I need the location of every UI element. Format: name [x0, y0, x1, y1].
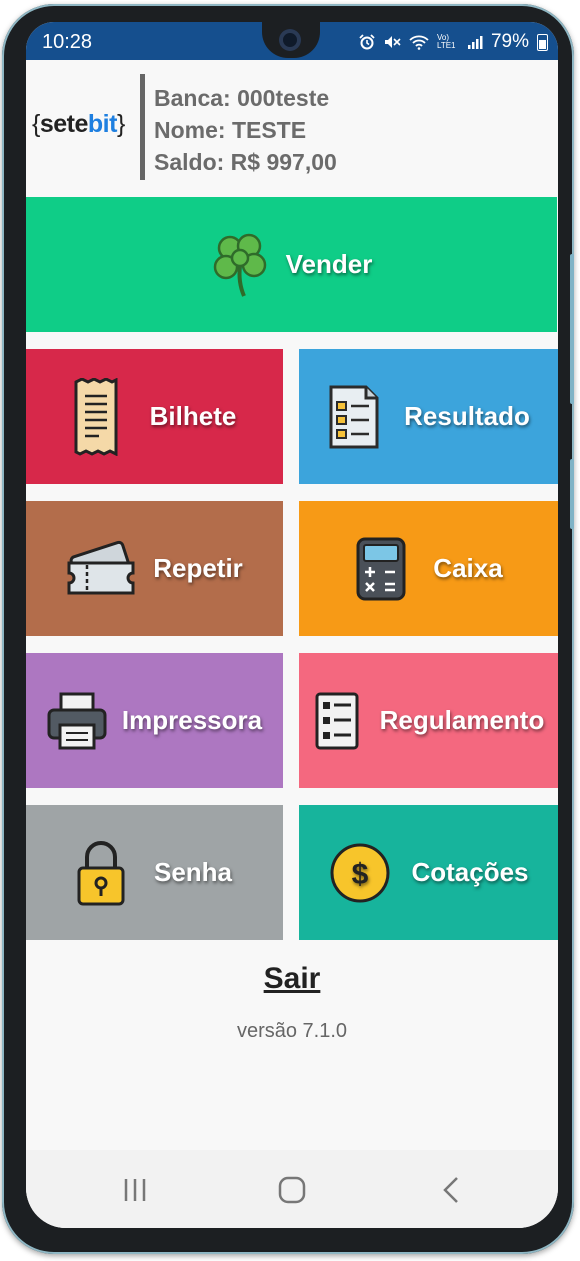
- resultado-button[interactable]: Resultado: [299, 349, 558, 484]
- status-bar: 10:28 Vo) LTE1 79%: [26, 22, 558, 60]
- impressora-label: Impressora: [121, 705, 263, 735]
- printer-icon: [46, 691, 108, 751]
- senha-label: Senha: [153, 857, 233, 887]
- volume-button: [570, 254, 574, 404]
- banca-label: Banca: 000teste: [154, 85, 330, 111]
- caixa-label: Caixa: [433, 553, 503, 583]
- alarm-icon: [359, 34, 375, 50]
- app-screen: 10:28 Vo) LTE1 79% {setebit} Banca: 000t…: [26, 22, 558, 1228]
- front-camera-icon: [279, 29, 301, 51]
- home-icon[interactable]: [272, 1170, 312, 1210]
- recents-icon[interactable]: [115, 1170, 155, 1210]
- regulamento-button[interactable]: Regulamento: [299, 653, 558, 788]
- logout-link[interactable]: Sair: [26, 962, 558, 996]
- repetir-label: Repetir: [153, 553, 243, 583]
- checklist-icon: [328, 384, 380, 450]
- header-divider: [140, 74, 145, 180]
- tickets-icon: [65, 539, 137, 599]
- battery-icon: [537, 33, 548, 51]
- svg-text:$: $: [352, 858, 369, 891]
- saldo-label: Saldo: R$ 997,00: [154, 149, 337, 175]
- power-button: [570, 459, 574, 529]
- version-label: versão 7.1.0: [236, 1020, 348, 1042]
- lte-label: Vo) LTE1: [436, 33, 456, 50]
- impressora-button[interactable]: Impressora: [26, 653, 283, 788]
- repetir-button[interactable]: Repetir: [26, 501, 283, 636]
- bilhete-button[interactable]: Bilhete: [26, 349, 283, 484]
- cotacoes-button[interactable]: $ Cotações: [299, 805, 558, 940]
- signal-icon: [467, 36, 483, 49]
- status-time: 10:28: [42, 31, 93, 53]
- list-icon: [314, 691, 360, 751]
- clover-icon: [210, 232, 272, 298]
- vender-label: Vender: [285, 249, 373, 279]
- calculator-icon: [355, 536, 407, 602]
- bilhete-label: Bilhete: [149, 401, 237, 431]
- resultado-label: Resultado: [404, 401, 530, 431]
- nome-label: Nome: TESTE: [154, 117, 307, 143]
- vender-button[interactable]: Vender: [26, 197, 557, 332]
- back-icon[interactable]: [431, 1170, 471, 1210]
- camera-notch: [262, 22, 320, 58]
- wifi-icon: [409, 35, 429, 50]
- dollar-coin-icon: $: [329, 842, 391, 904]
- senha-button[interactable]: Senha: [26, 805, 283, 940]
- cotacoes-label: Cotações: [411, 857, 529, 887]
- status-icons: Vo) LTE1 79%: [359, 31, 548, 53]
- caixa-button[interactable]: Caixa: [299, 501, 558, 636]
- battery-percent: 79%: [490, 31, 529, 52]
- setebit-logo: {setebit}: [32, 110, 125, 138]
- android-nav-bar: [26, 1150, 558, 1228]
- account-info: Banca: 000teste Nome: TESTE Saldo: R$ 99…: [154, 82, 337, 178]
- phone-frame: 10:28 Vo) LTE1 79% {setebit} Banca: 000t…: [2, 4, 574, 1254]
- regulamento-label: Regulamento: [379, 705, 545, 735]
- mute-icon: [384, 36, 401, 48]
- receipt-icon: [72, 377, 120, 456]
- padlock-icon: [76, 839, 126, 907]
- account-header: {setebit} Banca: 000teste Nome: TESTE Sa…: [26, 60, 558, 196]
